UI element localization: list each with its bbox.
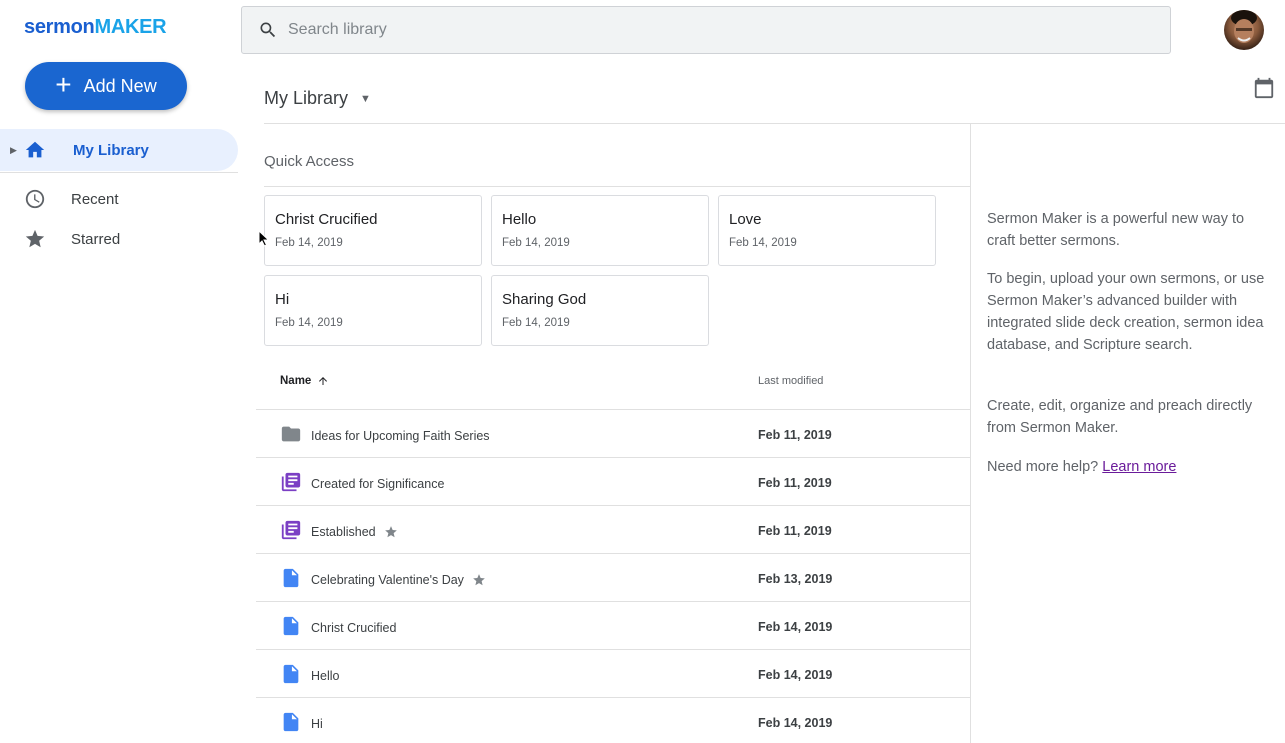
panel-divider [970,124,971,743]
library-dropdown[interactable]: My Library ▼ [264,88,371,109]
help-prefix: Need more help? [987,459,1099,475]
row-name: Celebrating Valentine's Day [311,573,486,587]
sidebar-item-starred[interactable]: Starred [0,218,238,260]
last-modified-column-header[interactable]: Last modified [758,375,823,387]
sidebar-item-recent[interactable]: Recent [0,178,238,220]
card-date: Feb 14, 2019 [275,237,343,249]
quick-access-card[interactable]: Christ Crucified Feb 14, 2019 [264,195,482,266]
quick-access-card[interactable]: Sharing God Feb 14, 2019 [491,275,709,346]
user-avatar[interactable] [1224,10,1264,50]
card-date: Feb 14, 2019 [729,237,797,249]
row-name-text: Hi [311,717,323,731]
series-icon [281,472,301,492]
caret-down-icon: ▼ [360,92,371,105]
row-name-text: Established [311,525,376,539]
row-name-text: Created for Significance [311,477,445,491]
calendar-icon[interactable] [1253,77,1275,99]
plus-icon: + [55,68,72,100]
table-row[interactable]: Hello Feb 14, 2019 [256,650,970,698]
table-row[interactable]: Christ Crucified Feb 14, 2019 [256,602,970,650]
row-modified: Feb 13, 2019 [758,572,833,586]
sidebar-item-label: Starred [71,230,121,248]
card-title: Love [729,211,762,228]
sidebar-item-label: My Library [73,141,149,159]
quick-access-title: Quick Access [264,153,355,170]
starred-icon [473,574,485,586]
sidebar-item-label: Recent [71,190,119,208]
row-name: Established [311,525,398,539]
series-icon [281,520,301,540]
sidebar-divider [0,172,238,173]
add-new-button[interactable]: + Add New [25,62,187,110]
info-paragraph-create: Create, edit, organize and preach direct… [987,398,1253,436]
row-name-text: Christ Crucified [311,621,397,635]
card-date: Feb 14, 2019 [502,237,570,249]
card-date: Feb 14, 2019 [275,317,343,329]
row-modified: Feb 11, 2019 [758,524,832,538]
avatar-face-icon [1231,10,1257,43]
quick-access-card[interactable]: Hello Feb 14, 2019 [491,195,709,266]
card-date: Feb 14, 2019 [502,317,570,329]
home-icon [25,141,45,158]
quick-access-card[interactable]: Hi Feb 14, 2019 [264,275,482,346]
mouse-cursor-icon [258,230,270,247]
learn-more-link[interactable]: Learn more [1102,459,1176,475]
row-name-text: Celebrating Valentine's Day [311,573,464,587]
row-modified: Feb 14, 2019 [758,716,833,730]
row-name: Created for Significance [311,477,444,491]
add-new-label: Add New [83,75,157,96]
table-row[interactable]: Ideas for Upcoming Faith Series Feb 11, … [256,410,970,458]
card-title: Sharing God [502,291,587,308]
quick-access-divider [264,186,970,187]
sort-arrow-up-icon [319,377,328,385]
document-icon [283,616,299,636]
row-modified: Feb 14, 2019 [758,620,833,634]
row-modified: Feb 11, 2019 [758,428,832,442]
document-icon [283,568,299,588]
row-name: Hi [311,717,323,731]
logo-part-2: MAKER [94,16,167,38]
info-paragraph-begin: To begin, upload your own sermons, or us… [987,271,1265,353]
clock-icon [25,189,45,209]
logo-part-1: sermon [24,16,95,38]
quick-access-card[interactable]: Love Feb 14, 2019 [718,195,936,266]
row-name: Ideas for Upcoming Faith Series [311,429,490,443]
table-row[interactable]: Hi Feb 14, 2019 [256,698,970,743]
header-divider [264,123,1285,124]
row-name: Christ Crucified [311,621,396,635]
card-title: Hi [275,291,290,308]
page-title: My Library [264,88,349,108]
info-paragraph-intro: Sermon Maker is a powerful new way to cr… [987,211,1245,249]
row-name: Hello [311,669,340,683]
starred-icon [384,526,397,538]
expand-triangle-icon[interactable]: ▶ [10,145,17,156]
row-name-text: Ideas for Upcoming Faith Series [311,429,490,443]
document-icon [283,664,299,684]
name-column-header[interactable]: Name [280,375,329,387]
search-input[interactable] [288,21,1148,39]
sidebar-item-my-library[interactable]: ▶ My Library [0,129,238,171]
folder-icon [281,426,301,442]
row-modified: Feb 14, 2019 [758,668,833,682]
search-icon [260,22,276,38]
table-row[interactable]: Celebrating Valentine's Day Feb 13, 2019 [256,554,970,602]
info-help-line: Need more help? Learn more [987,456,1272,478]
search-bar[interactable] [241,6,1171,54]
document-icon [283,712,299,732]
card-title: Christ Crucified [275,211,378,228]
sermon-maker-logo[interactable]: sermonMAKER [24,16,167,39]
row-modified: Feb 11, 2019 [758,476,832,490]
row-name-text: Hello [311,669,340,683]
column-label: Name [280,375,312,387]
star-icon [25,229,45,248]
table-row[interactable]: Created for Significance Feb 11, 2019 [256,458,970,506]
card-title: Hello [502,211,537,228]
table-row[interactable]: Established Feb 11, 2019 [256,506,970,554]
